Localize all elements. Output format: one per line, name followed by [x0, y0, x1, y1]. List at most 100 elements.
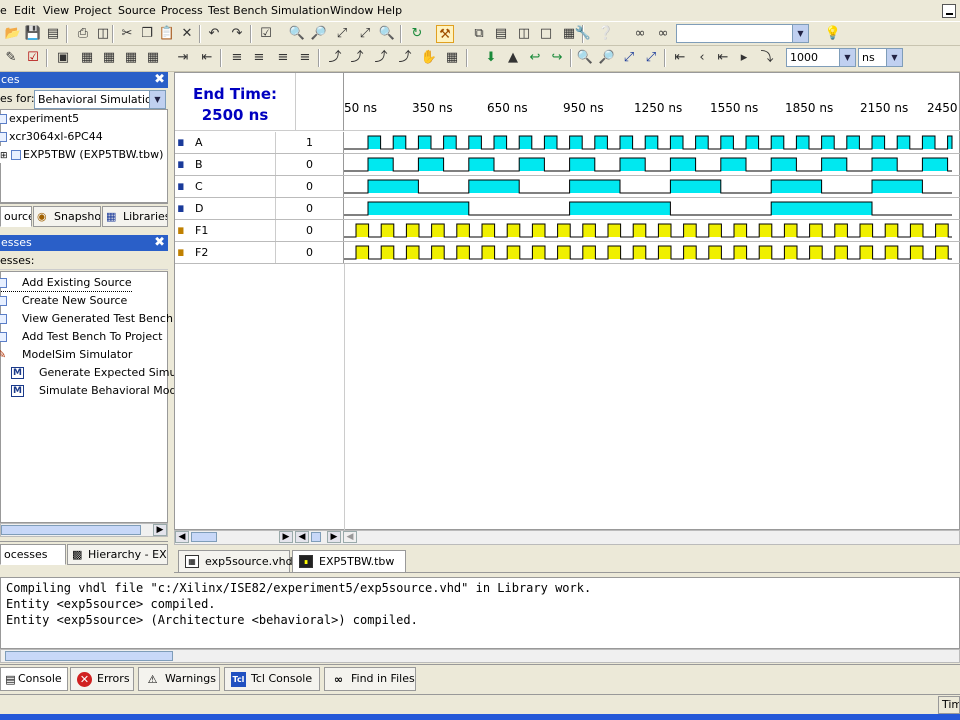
menu-window[interactable]: Window — [330, 4, 373, 17]
signal-name[interactable]: ∎ D — [175, 198, 276, 219]
waveform-edit-icon[interactable]: ⤴ — [348, 49, 366, 67]
tab-warnings[interactable]: ⚠ Warnings — [138, 667, 220, 691]
indent-icon[interactable]: ⇥ — [174, 49, 192, 67]
scroll-thumb[interactable] — [1, 525, 141, 535]
zoom-fit-icon[interactable]: ⤢ — [620, 49, 638, 67]
scroll-thumb[interactable] — [5, 651, 173, 661]
scroll-thumb[interactable] — [311, 532, 321, 542]
sources-for-select[interactable]: Behavioral Simulation ▼ — [34, 90, 166, 109]
time-unit-combo[interactable]: ns ▼ — [858, 48, 903, 67]
find-in-files-icon[interactable]: ∞ — [654, 25, 672, 43]
menu-help[interactable]: Help — [377, 4, 402, 17]
comment-icon[interactable]: ≡ — [228, 49, 246, 67]
signal-value[interactable]: 0 — [296, 176, 344, 197]
menu-process[interactable]: Process — [161, 4, 203, 17]
align-icon[interactable]: ▦ — [78, 49, 96, 67]
menu-view[interactable]: View — [43, 4, 69, 17]
signal-name[interactable]: ∎ F2 — [175, 242, 276, 263]
undo-icon[interactable]: ↶ — [205, 25, 223, 43]
signal-name[interactable]: ∎ F1 — [175, 220, 276, 241]
tab-tcl-console[interactable]: Tcl Tcl Console — [224, 667, 320, 691]
zoom-in-icon[interactable]: 🔍 — [576, 49, 594, 67]
tab-exp5tbw-tbw[interactable]: ∎ EXP5TBW.tbw — [292, 550, 406, 573]
cascade-window-icon[interactable]: ⧉ — [470, 25, 488, 43]
next-icon[interactable]: ▸ — [735, 49, 753, 67]
zoom-area-icon[interactable]: ⤢ — [356, 25, 374, 43]
outdent-icon[interactable]: ⇤ — [198, 49, 216, 67]
scroll-right-icon[interactable]: ▶ — [153, 524, 167, 536]
chevron-down-icon[interactable]: ▼ — [792, 25, 808, 42]
properties-icon[interactable]: ◫ — [94, 25, 112, 43]
waveform-edit-icon[interactable]: ⤴ — [396, 49, 414, 67]
check-icon[interactable]: ☑ — [24, 49, 42, 67]
waveform-c[interactable] — [344, 179, 952, 194]
waveform-f2[interactable] — [344, 245, 952, 260]
close-icon[interactable]: ✖ — [154, 72, 165, 88]
menu-source[interactable]: Source — [118, 4, 156, 17]
zoom-out-icon[interactable]: 🔎 — [310, 25, 328, 43]
scroll-left-icon[interactable]: ◀ — [175, 531, 189, 543]
process-add-test-bench[interactable]: Add Test Bench To Project — [0, 328, 162, 346]
zoom-out-icon[interactable]: 🔎 — [598, 49, 616, 67]
chevron-down-icon[interactable]: ▼ — [149, 91, 165, 108]
lightbulb-icon[interactable]: 💡 — [824, 25, 842, 43]
tree-item-project[interactable]: experiment5 — [0, 110, 79, 127]
tab-libraries[interactable]: ▦ Libraries — [102, 206, 168, 227]
signal-value[interactable]: 0 — [296, 154, 344, 175]
expand-icon[interactable]: ⊞ — [0, 151, 8, 161]
signal-value[interactable]: 0 — [296, 220, 344, 241]
waveform-a[interactable] — [344, 135, 953, 150]
align-icon[interactable]: ▦ — [122, 49, 140, 67]
refresh-icon[interactable]: ↻ — [408, 25, 426, 43]
tab-snapshots[interactable]: ◉ Snapshot — [33, 206, 101, 227]
paste-icon[interactable]: 📋 — [158, 25, 176, 43]
signal-value[interactable]: 0 — [296, 198, 344, 219]
find-icon[interactable]: 🔍 — [378, 25, 396, 43]
edit-icon[interactable]: ✎ — [2, 49, 20, 67]
menu-edit[interactable]: Edit — [14, 4, 35, 17]
process-modelsim-simulator[interactable]: ✎ ModelSim Simulator — [0, 346, 132, 364]
signal-name[interactable]: ∎ A — [175, 132, 276, 153]
waveform-edit-icon[interactable]: ⤴ — [326, 49, 344, 67]
open-folder-icon[interactable]: 📂 — [4, 25, 22, 43]
waveform-d[interactable] — [344, 201, 952, 216]
signal-value[interactable]: 0 — [296, 242, 344, 263]
scroll-left-icon[interactable]: ◀ — [343, 531, 357, 543]
tab-exp5source-vhd[interactable]: ▦ exp5source.vhd — [178, 550, 293, 573]
tile-vertical-icon[interactable]: ◫ — [515, 25, 533, 43]
help-pointer-icon[interactable]: ❔ — [597, 25, 615, 43]
binoculars-icon[interactable]: ∞ — [631, 25, 649, 43]
waveform-hscrollbar[interactable]: ◀ ▶ ◀ ▶ ◀ — [174, 530, 960, 545]
previous-edge-icon[interactable]: ‹ — [693, 49, 711, 67]
simulation-time-combo[interactable]: 1000 ▼ — [786, 48, 856, 67]
search-combo[interactable]: ▼ — [676, 24, 809, 43]
chevron-down-icon[interactable]: ▼ — [839, 49, 855, 66]
check-syntax-icon[interactable]: ☑ — [257, 25, 275, 43]
signal-value[interactable]: 1 — [296, 132, 344, 153]
menu-test-bench[interactable]: Test Bench — [208, 4, 267, 17]
hammer-icon[interactable]: ⚒ — [436, 25, 454, 43]
uncomment-icon[interactable]: ≡ — [250, 49, 268, 67]
marker-icon[interactable]: ▲ — [504, 49, 522, 67]
step-forward-icon[interactable]: ↪ — [548, 49, 566, 67]
redo-icon[interactable]: ↷ — [228, 25, 246, 43]
scroll-right-icon[interactable]: ▶ — [327, 531, 341, 543]
delete-icon[interactable]: ✕ — [178, 25, 196, 43]
save-all-icon[interactable]: ▤ — [44, 25, 62, 43]
chevron-down-icon[interactable]: ▼ — [886, 49, 902, 66]
tab-console[interactable]: ▤ Console — [0, 667, 68, 691]
scroll-thumb[interactable] — [191, 532, 217, 542]
tab-sources[interactable]: ources — [0, 206, 32, 227]
pattern-icon[interactable]: ▦ — [443, 49, 461, 67]
cut-icon[interactable]: ✂ — [118, 25, 136, 43]
process-generate-expected-simulation[interactable]: M Generate Expected Simula — [11, 364, 186, 382]
tree-item-testbench[interactable]: ⊞ EXP5TBW (EXP5TBW.tbw) — [0, 146, 164, 163]
maximize-window-icon[interactable]: □ — [537, 25, 555, 43]
chip-icon[interactable]: ▣ — [54, 49, 72, 67]
waveform-b[interactable] — [344, 157, 952, 172]
go-to-start-icon[interactable]: ⇤ — [671, 49, 689, 67]
waveform-f1[interactable] — [344, 223, 952, 238]
zoom-full-icon[interactable]: ⤢ — [642, 49, 660, 67]
wrench-icon[interactable]: 🔧 — [574, 25, 592, 43]
print-icon[interactable]: ⎙ — [74, 25, 92, 43]
